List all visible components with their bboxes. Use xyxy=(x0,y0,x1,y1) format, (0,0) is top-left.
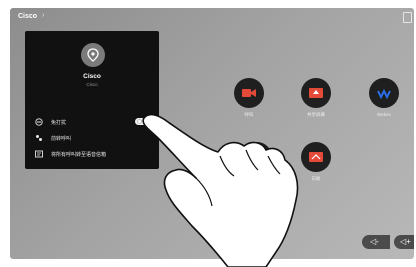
pointing-hand-icon xyxy=(142,113,299,267)
